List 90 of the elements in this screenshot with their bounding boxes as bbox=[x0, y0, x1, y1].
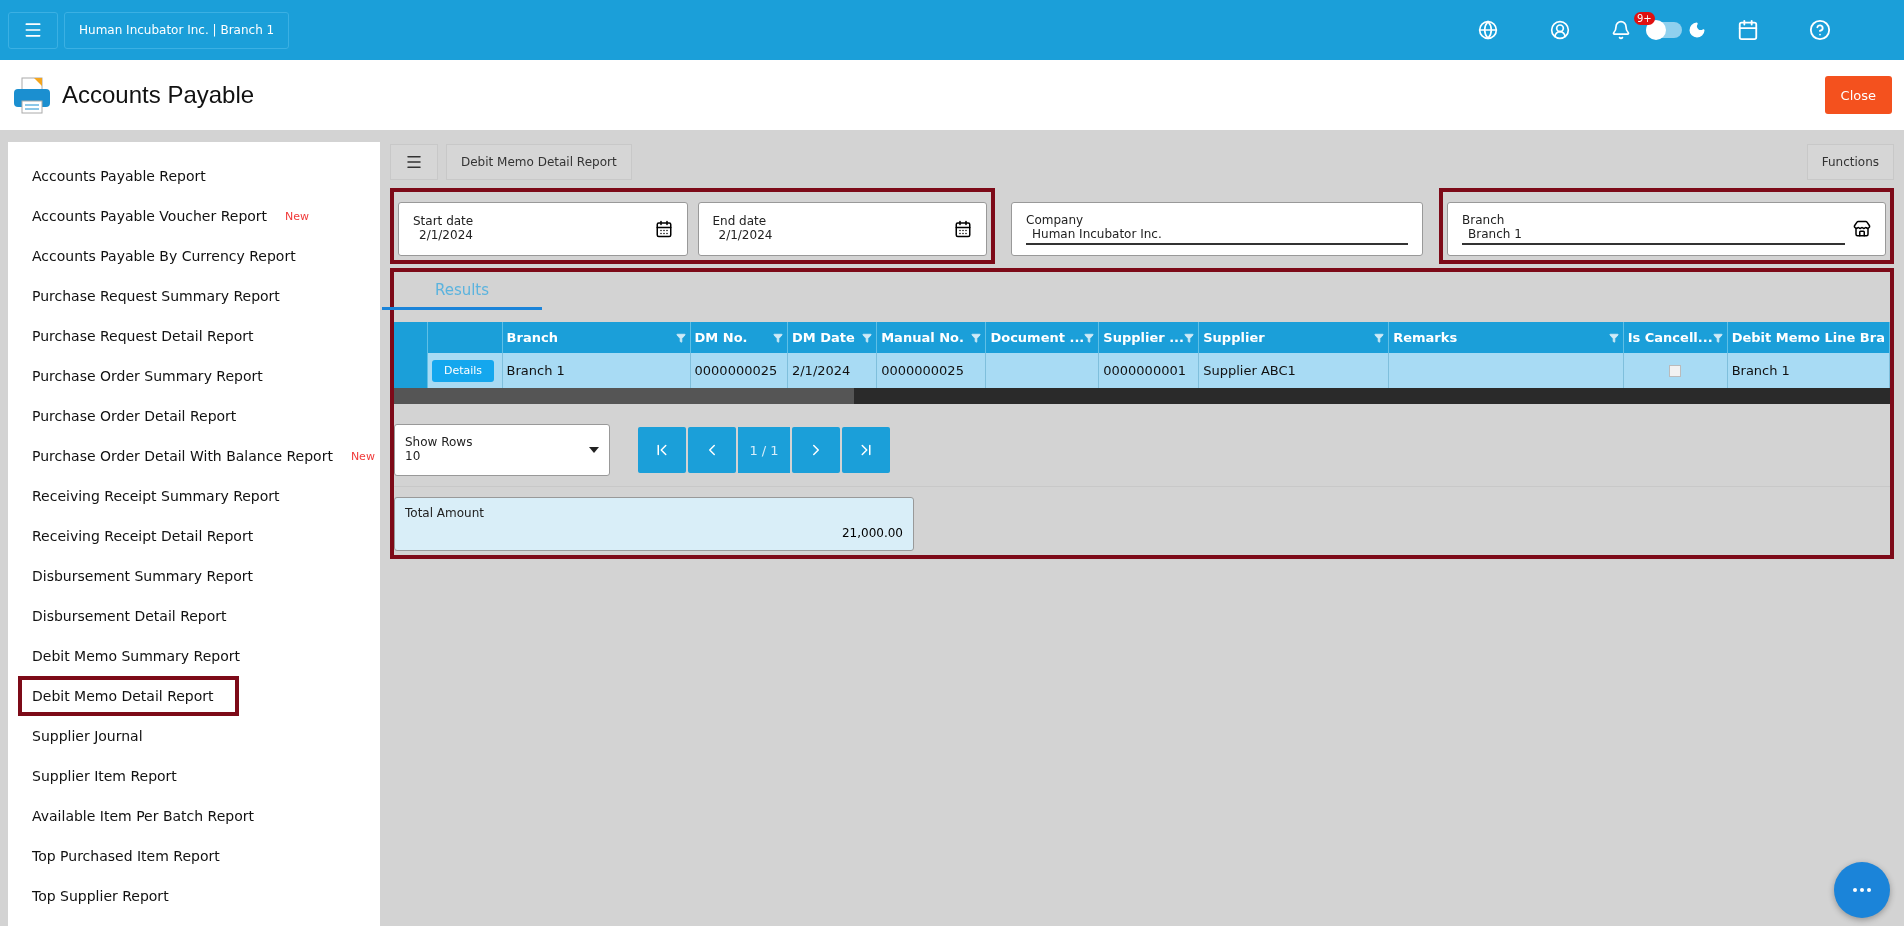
last-page-button[interactable] bbox=[842, 427, 890, 473]
sidebar-item-label: Debit Memo Summary Report bbox=[32, 648, 240, 664]
sidebar-item[interactable]: Purchase Order Detail With Balance Report New bbox=[18, 436, 380, 476]
dark-mode-switch[interactable] bbox=[1646, 22, 1682, 38]
input-field[interactable]: Branch Branch 1 bbox=[1447, 202, 1886, 256]
sidebar-item-label: Debit Memo Detail Report bbox=[32, 688, 214, 704]
help-icon[interactable] bbox=[1809, 19, 1831, 41]
table-cell: Supplier ABC1 bbox=[1198, 353, 1389, 388]
table-cell: Branch 1 bbox=[1727, 353, 1890, 388]
row-selector[interactable] bbox=[394, 353, 428, 388]
sidebar-item[interactable]: Debit Memo Detail Report bbox=[18, 676, 239, 716]
menu-icon bbox=[405, 153, 423, 171]
sidebar-item-label: Disbursement Summary Report bbox=[32, 568, 253, 584]
printer-icon bbox=[12, 75, 52, 115]
sidebar-item[interactable]: Purchase Request Summary Report bbox=[18, 276, 380, 316]
sidebar-item[interactable]: Accounts Payable By Currency Report bbox=[18, 236, 380, 276]
calendar-icon[interactable] bbox=[954, 220, 972, 238]
table-cell: 0000000025 bbox=[690, 353, 788, 388]
sidebar-item[interactable]: Accounts Payable Report bbox=[18, 156, 380, 196]
input-field[interactable]: Company Human Incubator Inc. bbox=[1011, 202, 1423, 256]
sidebar-item[interactable]: Purchase Request Detail Report bbox=[18, 316, 380, 356]
moon-icon bbox=[1688, 21, 1706, 39]
filter-icon[interactable] bbox=[1084, 332, 1095, 343]
filter-icon[interactable] bbox=[675, 332, 686, 343]
user-icon[interactable] bbox=[1550, 20, 1570, 40]
sidebar-item-label: Purchase Request Detail Report bbox=[32, 328, 254, 344]
sidebar-item[interactable]: Supplier Item Report bbox=[18, 756, 380, 796]
show-rows-select[interactable]: Show Rows 10 bbox=[394, 424, 610, 476]
sidebar-item-label: Purchase Order Detail Report bbox=[32, 408, 237, 424]
more-icon bbox=[1853, 888, 1871, 892]
sidebar-item-label: Purchase Request Summary Report bbox=[32, 288, 280, 304]
date-field[interactable]: Start date 2/1/2024 bbox=[398, 202, 688, 256]
filter-icon[interactable] bbox=[772, 332, 783, 343]
new-label: New bbox=[285, 209, 310, 223]
sidebar-item[interactable]: Receiving Receipt Detail Report bbox=[18, 516, 380, 556]
sidebar-item[interactable]: Accounts Payable Voucher Report New bbox=[18, 196, 380, 236]
table-cell: 2/1/2024 bbox=[787, 353, 877, 388]
menu-button[interactable] bbox=[8, 11, 58, 49]
date-field[interactable]: End date 2/1/2024 bbox=[697, 202, 987, 256]
sidebar-item-label: Receiving Receipt Summary Report bbox=[32, 488, 280, 504]
sidebar-item[interactable]: Top Supplier Report bbox=[18, 876, 380, 916]
caret-icon bbox=[589, 447, 599, 453]
sidebar-item-label: Disbursement Detail Report bbox=[32, 608, 227, 624]
sidebar-item-label: Supplier Item Report bbox=[32, 768, 177, 784]
sidebar-item[interactable]: Disbursement Detail Report bbox=[18, 596, 380, 636]
sidebar-item-label: Accounts Payable Report bbox=[32, 168, 206, 184]
new-label: New bbox=[350, 449, 375, 463]
notification-badge: 9+ bbox=[1634, 12, 1655, 25]
sidebar-item[interactable]: Available Item Per Batch Report bbox=[18, 796, 380, 836]
sidebar-item[interactable]: Purchase Order Summary Report bbox=[18, 356, 380, 396]
globe-icon[interactable] bbox=[1478, 20, 1498, 40]
sidebar-item-label: Purchase Order Summary Report bbox=[32, 368, 263, 384]
sidebar-item-label: Top Purchased Item Report bbox=[32, 848, 220, 864]
calendar-icon[interactable] bbox=[654, 220, 673, 238]
filter-icon[interactable] bbox=[862, 332, 873, 343]
filter-icon[interactable] bbox=[1374, 332, 1385, 343]
sidebar-item[interactable]: Top Purchased Item Report bbox=[18, 836, 380, 876]
sidebar-item[interactable]: Receiving Receipt Summary Report bbox=[18, 476, 380, 516]
menu-button[interactable] bbox=[390, 144, 438, 180]
page-title: Accounts Payable bbox=[62, 81, 255, 109]
menu-icon bbox=[23, 20, 43, 40]
sidebar-item[interactable]: Debit Memo Summary Report bbox=[18, 636, 380, 676]
table-cell: 0000000025 bbox=[876, 353, 986, 388]
more-button[interactable] bbox=[1834, 862, 1890, 918]
page-indicator: 1 / 1 bbox=[738, 427, 790, 473]
functions-button[interactable]: Functions bbox=[1806, 144, 1894, 180]
sidebar-item-label: Available Item Per Batch Report bbox=[32, 808, 254, 824]
sidebar-item[interactable]: Disbursement Summary Report bbox=[18, 556, 380, 596]
checkbox[interactable] bbox=[1669, 364, 1682, 377]
table-cell: Branch 1 bbox=[502, 353, 691, 388]
store-icon[interactable] bbox=[1853, 220, 1871, 238]
total-amount-box: Total Amount 21,000.00 bbox=[394, 497, 914, 551]
sidebar-item-label: Receiving Receipt Detail Report bbox=[32, 528, 254, 544]
filter-icon[interactable] bbox=[1184, 332, 1195, 343]
header-cell bbox=[394, 322, 428, 353]
bell-icon[interactable] bbox=[1611, 20, 1631, 40]
sidebar-item[interactable]: Purchase Order Detail Report bbox=[18, 396, 380, 436]
first-page-button[interactable] bbox=[638, 427, 686, 473]
sidebar-item-label: Accounts Payable By Currency Report bbox=[32, 248, 296, 264]
filter-icon[interactable] bbox=[1712, 332, 1723, 343]
sidebar-item-label: Top Supplier Report bbox=[32, 888, 169, 904]
horizontal-scrollbar[interactable] bbox=[394, 388, 1890, 404]
table-cell: 0000000001 bbox=[1098, 353, 1199, 388]
sidebar-item-label: Accounts Payable Voucher Report bbox=[32, 208, 268, 224]
report-title-tab[interactable]: Debit Memo Detail Report bbox=[446, 144, 632, 180]
sidebar-item-label: Purchase Order Detail With Balance Report bbox=[32, 448, 333, 464]
filter-icon[interactable] bbox=[1608, 332, 1619, 343]
sidebar-item[interactable]: Supplier Journal bbox=[18, 716, 380, 756]
sidebar-item-label: Supplier Journal bbox=[32, 728, 143, 744]
filter-icon[interactable] bbox=[971, 332, 982, 343]
